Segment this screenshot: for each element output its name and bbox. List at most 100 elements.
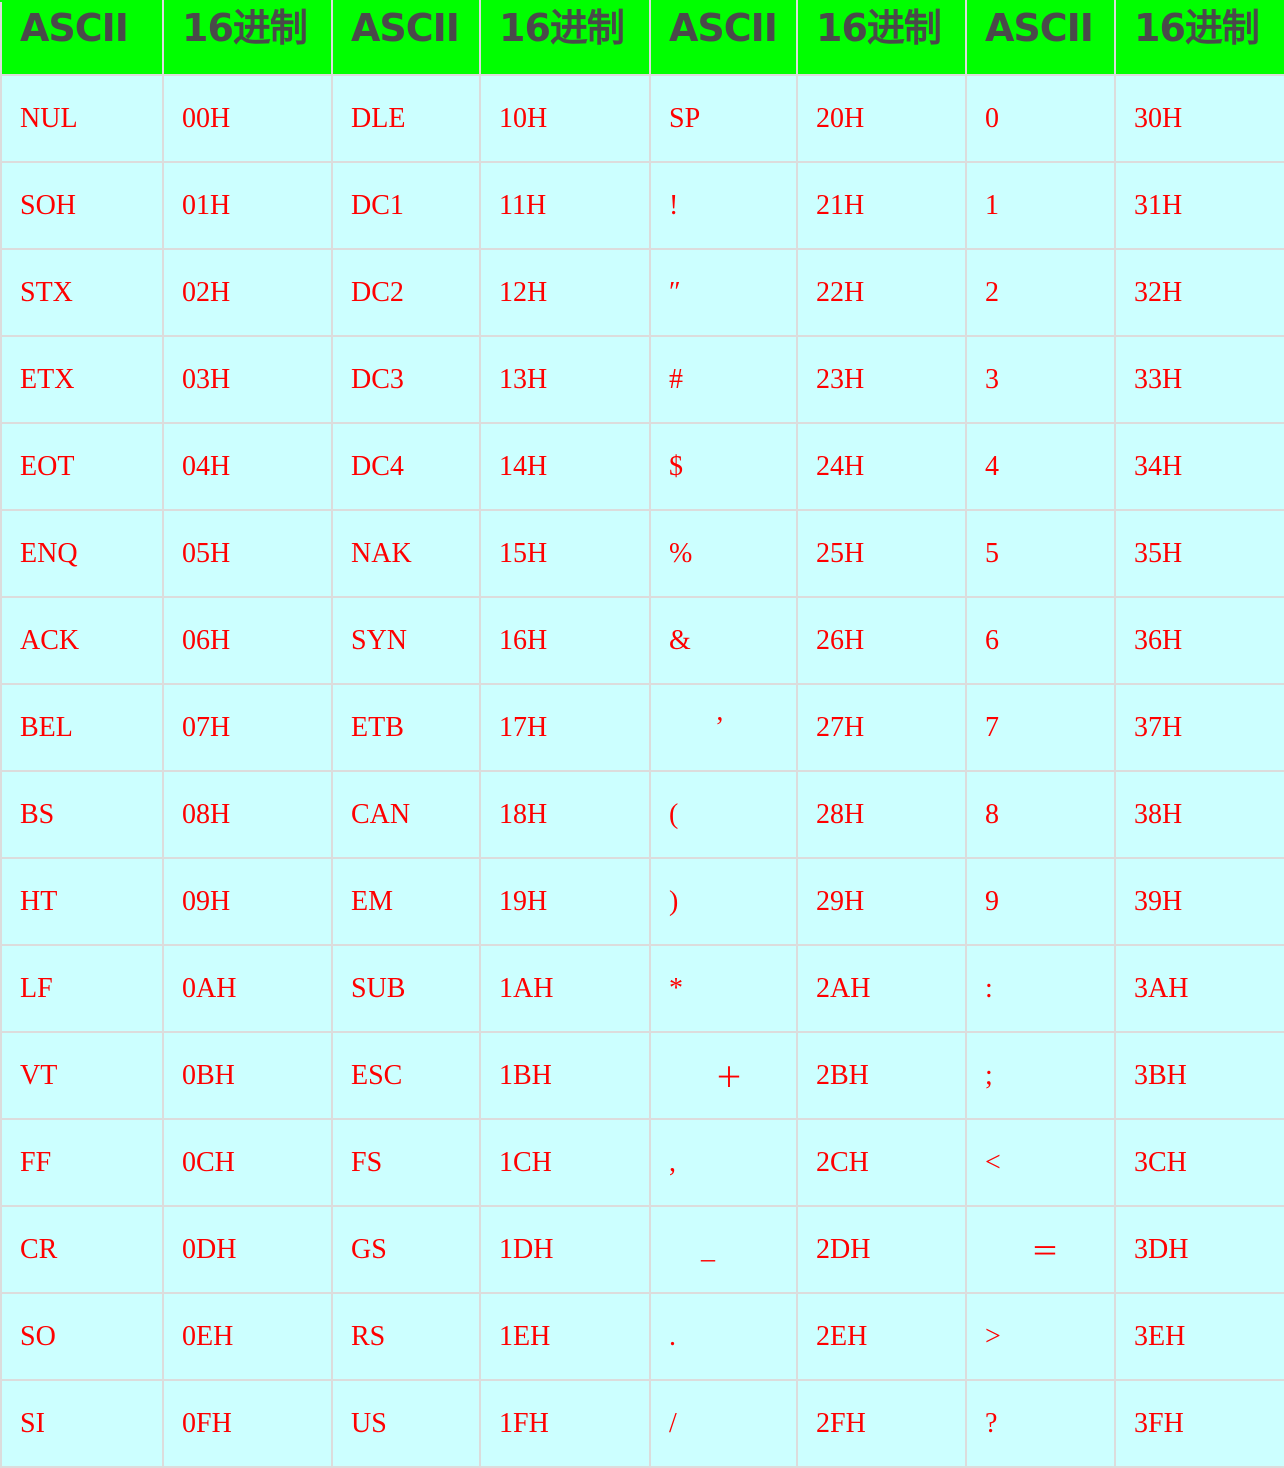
hex-cell: 13H <box>479 335 651 424</box>
hex-cell: 2AH <box>796 944 967 1033</box>
hex-cell: 38H <box>1114 770 1284 859</box>
table-row: ENQ 05H NAK 15H% 25H 5 35H <box>0 509 1284 598</box>
hex-cell: 0FH <box>162 1379 333 1468</box>
hex-cell: 10H <box>479 74 651 163</box>
table-row: NUL 00H DLE 10H SP 20H 0 30H <box>0 74 1284 163</box>
hex-cell: 20H <box>796 74 967 163</box>
ascii-cell: 9 <box>965 857 1116 946</box>
ascii-cell: SOH <box>0 161 164 250</box>
ascii-cell: 7 <box>965 683 1116 772</box>
table-row: STX 02H DC2 12H ″ 22H 2 32H <box>0 248 1284 337</box>
header-hex: 16进制 <box>796 0 967 76</box>
hex-cell: 3EH <box>1114 1292 1284 1381</box>
ascii-cell: LF <box>0 944 164 1033</box>
hex-cell: 1FH <box>479 1379 651 1468</box>
ascii-cell: 4 <box>965 422 1116 511</box>
table-body: NUL 00H DLE 10H SP 20H 0 30H SOH 01H DC1 11H! 21H 1 31… <box>0 74 1284 1468</box>
hex-cell: 1AH <box>479 944 651 1033</box>
hex-cell: 15H <box>479 509 651 598</box>
ascii-cell: 1 <box>965 161 1116 250</box>
hex-cell: 31H <box>1114 161 1284 250</box>
hex-cell: 06H <box>162 596 333 685</box>
header-ascii: ASCII <box>0 0 164 76</box>
hex-cell: 37H <box>1114 683 1284 772</box>
hex-cell: 08H <box>162 770 333 859</box>
hex-cell: 0BH <box>162 1031 333 1120</box>
ascii-cell: FF <box>0 1118 164 1207</box>
ascii-cell: ? <box>965 1379 1116 1468</box>
ascii-hex-table: ASCII 16进制 ASCII 16进制 ASCII 16进制 ASCII 1… <box>0 0 1284 1468</box>
hex-cell: 35H <box>1114 509 1284 598</box>
ascii-cell: BS <box>0 770 164 859</box>
table-row: CR 0DH GS 1DH _ 2DH ＝ 3DH <box>0 1205 1284 1294</box>
hex-cell: 1EH <box>479 1292 651 1381</box>
header-ascii: ASCII <box>331 0 481 76</box>
hex-cell: 3FH <box>1114 1379 1284 1468</box>
ascii-cell: BEL <box>0 683 164 772</box>
hex-cell: 11H <box>479 161 651 250</box>
ascii-cell: 6 <box>965 596 1116 685</box>
ascii-cell: ＝ <box>965 1205 1116 1294</box>
table-row: SI 0FH US 1FH/2FH? 3FH <box>0 1379 1284 1468</box>
ascii-cell: VT <box>0 1031 164 1120</box>
hex-cell: 23H <box>796 335 967 424</box>
ascii-cell: EM <box>331 857 481 946</box>
ascii-cell: SUB <box>331 944 481 1033</box>
table-row: SO 0EH RS 1EH. 2EH >3EH <box>0 1292 1284 1381</box>
table-row: LF 0AH SUB 1AH * 2AH:3AH <box>0 944 1284 1033</box>
hex-cell: 2DH <box>796 1205 967 1294</box>
ascii-cell: : <box>965 944 1116 1033</box>
hex-cell: 24H <box>796 422 967 511</box>
table-row: HT 09H EM 19H) 29H 9 39H <box>0 857 1284 946</box>
ascii-cell: FS <box>331 1118 481 1207</box>
ascii-cell: ETB <box>331 683 481 772</box>
ascii-cell: CAN <box>331 770 481 859</box>
ascii-cell: SP <box>649 74 798 163</box>
hex-cell: 0AH <box>162 944 333 1033</box>
ascii-cell: DC2 <box>331 248 481 337</box>
ascii-cell: SO <box>0 1292 164 1381</box>
hex-cell: 04H <box>162 422 333 511</box>
ascii-cell: NAK <box>331 509 481 598</box>
hex-cell: 12H <box>479 248 651 337</box>
header-ascii: ASCII <box>649 0 798 76</box>
hex-cell: 19H <box>479 857 651 946</box>
ascii-cell: NUL <box>0 74 164 163</box>
ascii-cell: < <box>965 1118 1116 1207</box>
ascii-cell: ＋ <box>649 1031 798 1120</box>
table-row: EOT 04H DC4 14H $24H 4 34H <box>0 422 1284 511</box>
hex-cell: 1DH <box>479 1205 651 1294</box>
ascii-cell: > <box>965 1292 1116 1381</box>
hex-cell: 27H <box>796 683 967 772</box>
hex-cell: 2BH <box>796 1031 967 1120</box>
table-row: ACK 06H SYN 16H & 26H 6 36H <box>0 596 1284 685</box>
ascii-cell: EOT <box>0 422 164 511</box>
hex-cell: 32H <box>1114 248 1284 337</box>
ascii-cell: ESC <box>331 1031 481 1120</box>
ascii-cell: _ <box>649 1205 798 1294</box>
hex-cell: 29H <box>796 857 967 946</box>
header-row: ASCII 16进制 ASCII 16进制 ASCII 16进制 ASCII 1… <box>0 0 1284 76</box>
hex-cell: 3AH <box>1114 944 1284 1033</box>
ascii-cell: GS <box>331 1205 481 1294</box>
table-row: BS 08H CAN 18H(28H 8 38H <box>0 770 1284 859</box>
hex-cell: 22H <box>796 248 967 337</box>
ascii-cell: # <box>649 335 798 424</box>
hex-cell: 2EH <box>796 1292 967 1381</box>
hex-cell: 16H <box>479 596 651 685</box>
ascii-cell: HT <box>0 857 164 946</box>
ascii-cell: DLE <box>331 74 481 163</box>
hex-cell: 26H <box>796 596 967 685</box>
hex-cell: 1CH <box>479 1118 651 1207</box>
header-hex: 16进制 <box>162 0 333 76</box>
ascii-cell: CR <box>0 1205 164 1294</box>
table-row: SOH 01H DC1 11H! 21H 1 31H <box>0 161 1284 250</box>
ascii-cell: DC3 <box>331 335 481 424</box>
hex-cell: 14H <box>479 422 651 511</box>
ascii-cell: DC4 <box>331 422 481 511</box>
hex-cell: 39H <box>1114 857 1284 946</box>
hex-cell: 30H <box>1114 74 1284 163</box>
ascii-cell: STX <box>0 248 164 337</box>
hex-cell: 3DH <box>1114 1205 1284 1294</box>
hex-cell: 25H <box>796 509 967 598</box>
